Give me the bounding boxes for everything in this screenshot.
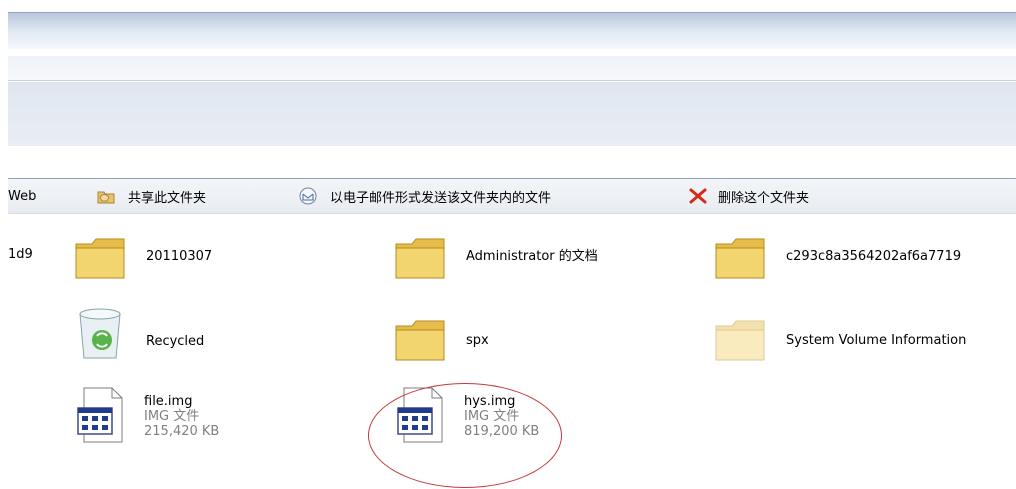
annotation-ellipse — [368, 383, 562, 488]
folder-label: c293c8a3564202af6a7719 — [786, 249, 962, 264]
folder-icon — [715, 238, 765, 279]
recycle-bin[interactable]: Recycled — [72, 308, 204, 362]
delete-x-icon — [688, 186, 708, 206]
file-file-img[interactable]: file.img IMG 文件 215,420 KB — [76, 386, 219, 444]
folder-icon — [395, 320, 445, 361]
toolbar — [8, 82, 1016, 147]
task-delete-folder[interactable]: 删除这个文件夹 — [688, 179, 809, 213]
folder-system-volume-information[interactable]: System Volume Information — [712, 316, 966, 364]
folder-icon — [395, 238, 445, 279]
file-type: IMG 文件 — [144, 409, 200, 424]
file-name: file.img — [144, 394, 193, 409]
recycle-bin-icon — [79, 308, 121, 359]
task-email-files[interactable]: 以电子邮件形式发送该文件夹内的文件 — [298, 179, 551, 213]
recycle-bin-label: Recycled — [146, 334, 205, 349]
folder-label: spx — [466, 333, 489, 348]
address-fragment: 1d9 — [8, 247, 33, 262]
img-file-icon — [77, 387, 123, 443]
task-email-label: 以电子邮件形式发送该文件夹内的文件 — [330, 190, 552, 206]
folder-hash[interactable]: c293c8a3564202af6a7719 — [712, 234, 961, 282]
folder-icon — [75, 238, 125, 279]
folder-label: 20110307 — [146, 249, 213, 264]
email-icon — [298, 186, 318, 206]
share-folder-icon — [96, 186, 116, 206]
folder-20110307[interactable]: 20110307 — [72, 234, 212, 282]
task-web-label: Web — [8, 188, 37, 204]
task-share-folder[interactable]: 共享此文件夹 — [96, 179, 206, 213]
folder-administrator[interactable]: Administrator 的文档 — [392, 234, 598, 282]
folder-spx[interactable]: spx — [392, 316, 489, 364]
task-share-label: 共享此文件夹 — [128, 190, 207, 206]
task-web[interactable]: Web — [8, 179, 36, 213]
folder-label: System Volume Information — [786, 333, 967, 348]
folder-label: Administrator 的文档 — [466, 249, 598, 264]
file-size: 215,420 KB — [144, 424, 220, 439]
task-delete-label: 删除这个文件夹 — [718, 190, 810, 206]
window-titlebar — [8, 12, 1016, 49]
menu-bar — [8, 56, 1016, 81]
task-bar: Web 共享此文件夹 以电子邮件形式发送该文件夹内的文件 删除这个文件夹 — [8, 178, 1016, 214]
spacer — [8, 146, 1016, 178]
hidden-folder-icon — [715, 320, 765, 361]
